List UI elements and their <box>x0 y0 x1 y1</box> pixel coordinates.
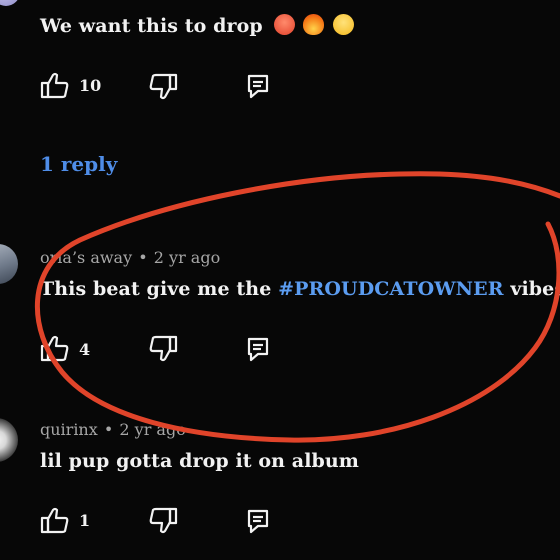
annotation-circle <box>34 171 560 443</box>
comments-screen: We want this to drop 10 1 reply oria’s a… <box>0 0 560 560</box>
